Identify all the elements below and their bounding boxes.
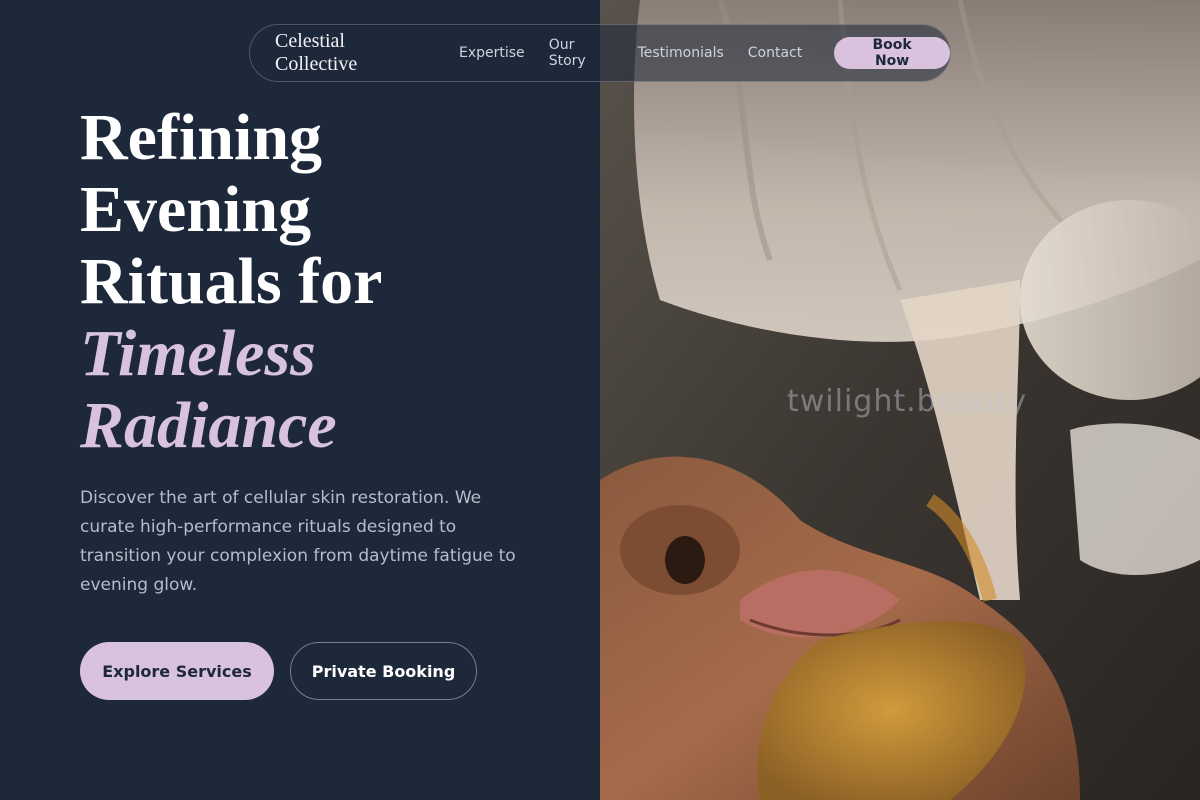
hero-description: Discover the art of cellular skin restor…	[80, 488, 516, 595]
top-navigation: Celestial Collective Expertise Our Story…	[249, 24, 951, 82]
watermark-text: twilight.beauty	[787, 384, 1028, 419]
nav-link-testimonials[interactable]: Testimonials	[638, 45, 724, 61]
headline-line: Refining	[80, 101, 323, 174]
explore-services-button[interactable]: Explore Services	[80, 642, 274, 700]
brand-logo[interactable]: Celestial Collective	[275, 30, 427, 76]
headline-accent-line: Radiance	[80, 389, 337, 462]
headline-line: Evening	[80, 173, 312, 246]
headline-line: Rituals for	[80, 245, 383, 318]
headline-accent-line: Timeless	[80, 317, 316, 390]
nav-link-contact[interactable]: Contact	[748, 45, 802, 61]
nav-link-expertise[interactable]: Expertise	[459, 45, 525, 61]
private-booking-button[interactable]: Private Booking	[290, 642, 477, 700]
hero-image: twilight.beauty	[600, 0, 1200, 800]
nav-link-our-story[interactable]: Our Story	[549, 37, 614, 69]
hero-headline: Refining Evening Rituals for Timeless Ra…	[80, 102, 382, 462]
book-now-button[interactable]: Book Now	[834, 37, 950, 69]
